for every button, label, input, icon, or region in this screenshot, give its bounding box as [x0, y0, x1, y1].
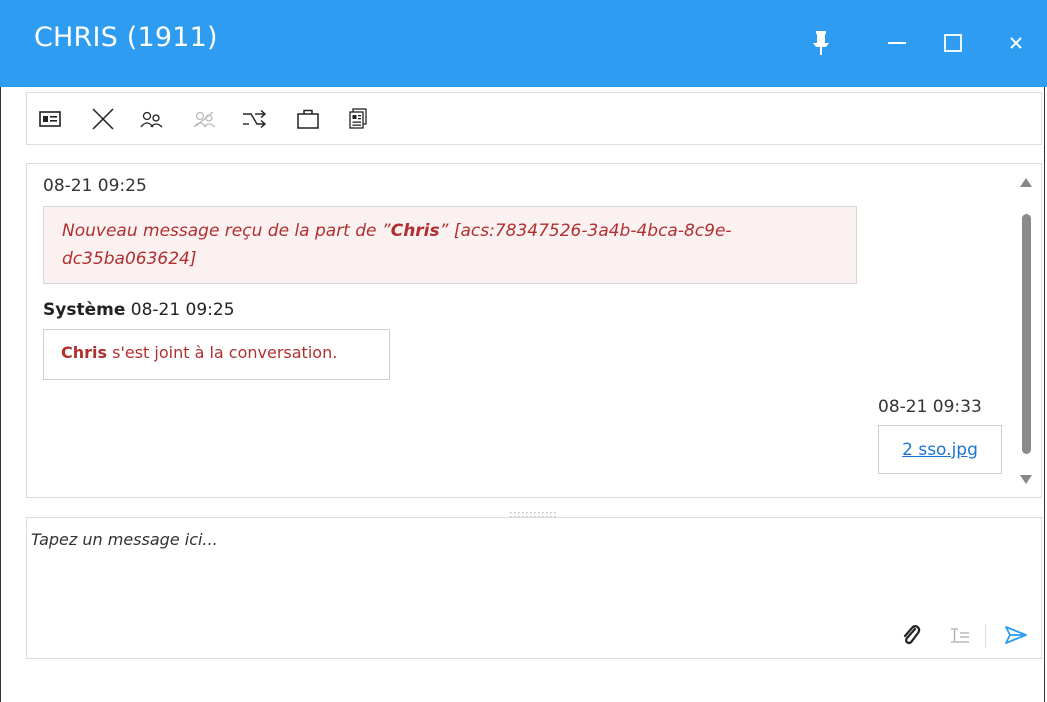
- sender-label: Système: [43, 300, 126, 320]
- system-message-prefix: Nouveau message reçu de la part de: [62, 221, 382, 241]
- message-timestamp: 08-21 09:33: [878, 397, 982, 417]
- contact-card-button[interactable]: [37, 106, 63, 132]
- message-history: 08-21 09:25 Nouveau message reçu de la p…: [26, 163, 1042, 498]
- message-input[interactable]: [31, 522, 1031, 620]
- attach-button[interactable]: [898, 622, 924, 648]
- scroll-down-arrow[interactable]: [1020, 475, 1032, 484]
- toolbar-divider: [985, 624, 986, 648]
- send-button[interactable]: [1003, 622, 1029, 648]
- scrollbar-thumb[interactable]: [1022, 214, 1031, 454]
- contact-card-icon: [39, 111, 61, 127]
- remove-participants-icon: [193, 111, 216, 128]
- resize-splitter[interactable]: [508, 504, 558, 518]
- close-button[interactable]: [1000, 26, 1032, 60]
- conversation-history-button[interactable]: [345, 106, 371, 132]
- conversation-history-icon: [349, 108, 367, 129]
- message-timestamp: 08-21 09:25: [43, 176, 147, 196]
- transfer-icon: [243, 110, 267, 128]
- compose-area: [26, 517, 1042, 659]
- minimize-button[interactable]: [881, 26, 913, 60]
- message-header: Système 08-21 09:25: [43, 300, 235, 320]
- system-message-bubble: Nouveau message reçu de la part de ”Chri…: [43, 206, 857, 284]
- file-message-bubble: 2 sso.jpg: [878, 425, 1002, 474]
- close-conversation-button[interactable]: [90, 106, 116, 132]
- conversation-toolbar: [26, 92, 1042, 145]
- briefcase-button[interactable]: [295, 106, 321, 132]
- window-title: CHRIS (1911): [34, 22, 218, 53]
- text-format-button[interactable]: [947, 622, 973, 648]
- pin-button[interactable]: [805, 26, 837, 60]
- open-quote: ”: [381, 221, 391, 241]
- title-bar: CHRIS (1911): [0, 0, 1047, 87]
- close-icon: [1010, 37, 1022, 49]
- scroll-up-arrow[interactable]: [1020, 178, 1032, 187]
- minimize-icon: [888, 42, 906, 44]
- remove-participants-button[interactable]: [192, 106, 218, 132]
- system-message-text: Nouveau message reçu de la part de ”Chri…: [62, 217, 838, 273]
- message-timestamp: 08-21 09:25: [130, 300, 235, 320]
- pin-icon: [813, 31, 829, 55]
- close-conversation-icon: [92, 108, 114, 130]
- sender-name: Chris: [390, 221, 440, 241]
- participants-button[interactable]: [139, 106, 165, 132]
- transfer-button[interactable]: [242, 106, 268, 132]
- briefcase-icon: [297, 109, 319, 129]
- attach-icon: [903, 625, 921, 645]
- join-message-text: s'est joint à la conversation.: [107, 343, 338, 362]
- participants-icon: [140, 111, 163, 128]
- file-link[interactable]: 2 sso.jpg: [902, 440, 978, 460]
- send-icon: [1005, 626, 1027, 644]
- text-format-icon: [951, 628, 969, 643]
- maximize-icon: [944, 34, 962, 52]
- joined-name: Chris: [61, 343, 108, 362]
- join-message-bubble: Chris s'est joint à la conversation.: [43, 329, 390, 380]
- maximize-button[interactable]: [937, 26, 969, 60]
